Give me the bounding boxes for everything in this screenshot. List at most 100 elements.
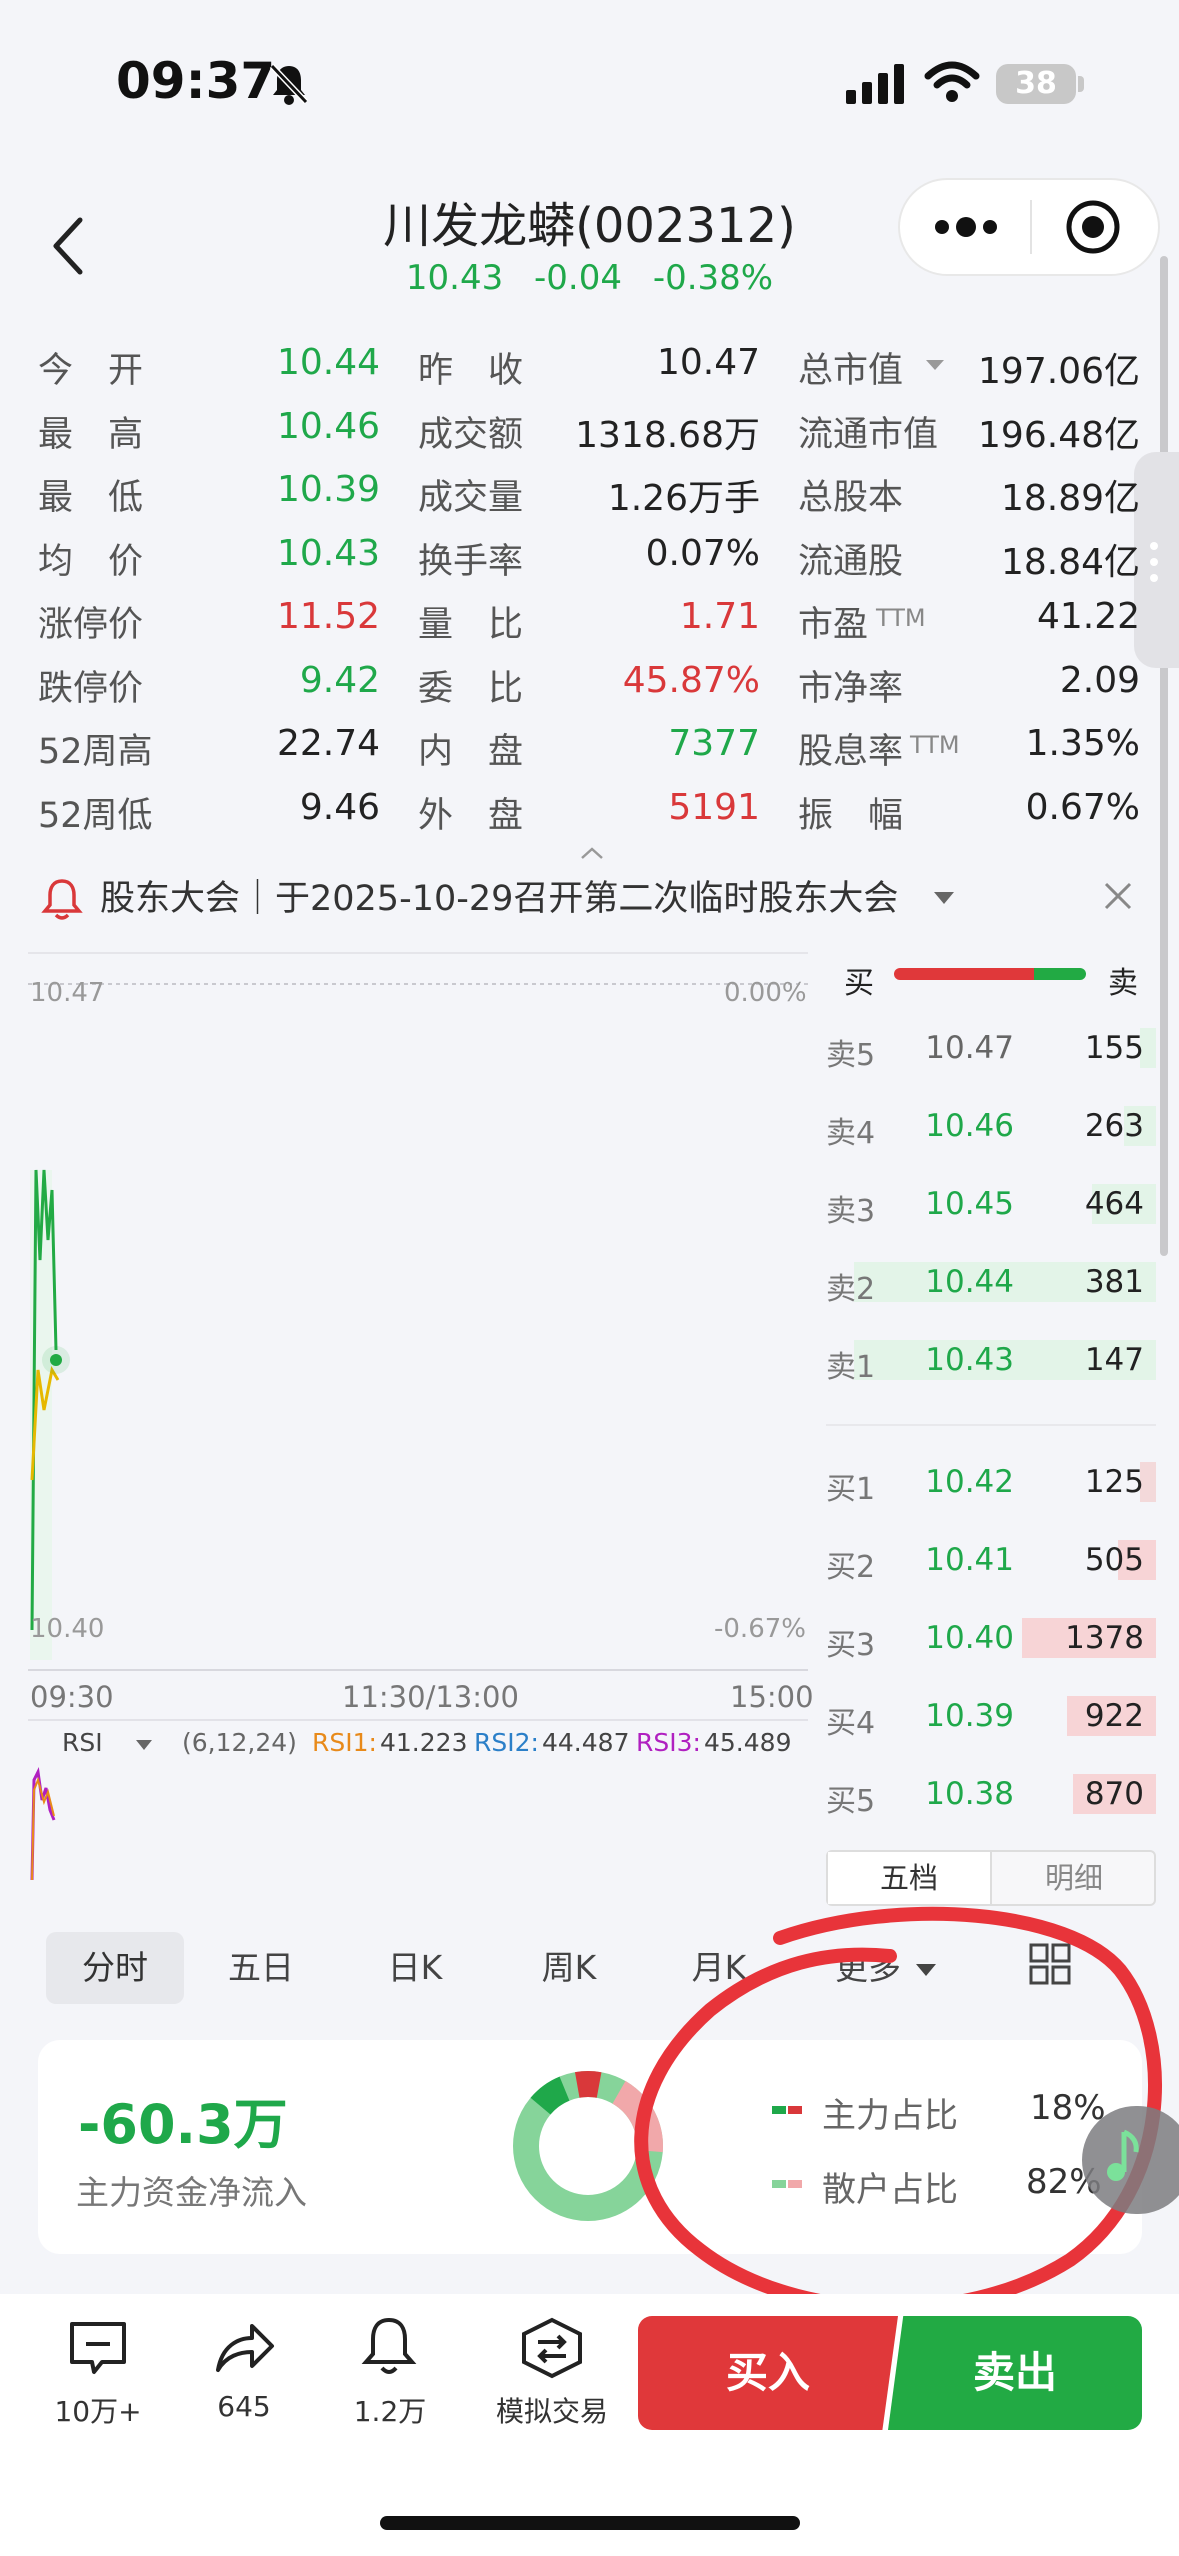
quote-value: 10.47 xyxy=(656,342,760,383)
tab-detail[interactable]: 明细 xyxy=(994,1852,1154,1904)
ask-price: 10.45 xyxy=(925,1186,1014,1222)
ask-volume: 155 xyxy=(1084,1030,1144,1066)
quote-value: 2.09 xyxy=(1059,659,1140,701)
music-note-icon[interactable] xyxy=(1102,2126,1142,2186)
period-tab[interactable]: 五日 xyxy=(192,1932,330,2004)
home-indicator[interactable] xyxy=(380,2516,800,2530)
quote-value: 1.26万手 xyxy=(607,478,760,519)
notice-text[interactable]: 股东大会｜于2025-10-29召开第二次临时股东大会 xyxy=(100,870,898,921)
chart-pct-bottom: -0.67% xyxy=(714,1614,806,1644)
indicator-selector[interactable]: RSI xyxy=(62,1728,103,1757)
bid-level-label: 买2 xyxy=(826,1550,876,1585)
orderbook-buy-head: 买 xyxy=(844,966,874,1001)
comments-count[interactable]: 10万+ xyxy=(18,2390,178,2430)
rsi2-label: RSI2: xyxy=(474,1728,539,1757)
bid-volume: 1378 xyxy=(1065,1620,1144,1656)
quote-label: 量 比 xyxy=(418,605,524,645)
alerts-count[interactable]: 1.2万 xyxy=(310,2390,470,2430)
time-start: 09:30 xyxy=(30,1680,114,1714)
quote-label: 市净率 xyxy=(798,668,904,709)
bid-volume: 870 xyxy=(1084,1776,1144,1812)
quote-label: 今 开 xyxy=(38,351,144,391)
cellular-signal-icon xyxy=(846,64,904,104)
rsi1-value: 41.223 xyxy=(380,1728,468,1757)
ask-level-label: 卖4 xyxy=(826,1116,876,1151)
quote-value: 18.89亿 xyxy=(1000,478,1140,519)
chart-pct-top: 0.00% xyxy=(724,978,807,1008)
quote-label: 内 盘 xyxy=(418,732,524,772)
ask-volume: 263 xyxy=(1084,1108,1144,1144)
current-price: 10.43 xyxy=(405,258,504,298)
chart-top-border xyxy=(28,952,808,954)
buy-button[interactable]: 买入 xyxy=(638,2316,898,2430)
quote-label: 52周低 xyxy=(38,795,153,836)
bid-level-label: 买1 xyxy=(826,1472,876,1507)
quote-value: 1.71 xyxy=(679,596,760,637)
battery-level: 38 xyxy=(996,64,1076,104)
quote-value: 1318.68万 xyxy=(575,414,760,456)
scrollbar[interactable] xyxy=(1160,256,1168,1256)
quote-value: 9.42 xyxy=(299,659,380,701)
quote-value: 10.43 xyxy=(276,532,380,574)
sell-button[interactable]: 卖出 xyxy=(888,2316,1142,2430)
simulated-trade-icon[interactable] xyxy=(518,2316,586,2380)
market-cap-dropdown-icon[interactable] xyxy=(924,358,946,372)
ask-level-label: 卖5 xyxy=(826,1038,876,1073)
bid-level-label: 买4 xyxy=(826,1706,876,1741)
close-target-icon[interactable] xyxy=(1064,198,1122,256)
comment-icon[interactable] xyxy=(66,2318,130,2378)
capsule-divider xyxy=(1030,200,1032,254)
rsi1-label: RSI1: xyxy=(312,1728,377,1757)
rsi-params: (6,12,24) xyxy=(182,1728,297,1757)
last-price-glow xyxy=(42,1346,70,1374)
quote-value: 0.67% xyxy=(1025,786,1140,828)
quote-label: 外 盘 xyxy=(418,795,524,836)
notice-dropdown-icon[interactable] xyxy=(932,890,956,906)
quote-label: 均 价 xyxy=(38,541,144,582)
more-dots-icon[interactable] xyxy=(930,212,1002,242)
ask-price: 10.44 xyxy=(925,1264,1014,1300)
share-icon[interactable] xyxy=(212,2318,278,2378)
quote-value: 196.48亿 xyxy=(978,414,1140,456)
quote-value: 22.74 xyxy=(276,723,380,764)
sell-ratio-bar xyxy=(1034,968,1086,980)
bid-volume: 922 xyxy=(1084,1698,1144,1734)
quote-value: 10.44 xyxy=(276,342,380,383)
period-tab[interactable]: 分时 xyxy=(46,1932,184,2004)
ttm-tag: TTM xyxy=(876,604,926,632)
ask-level-label: 卖1 xyxy=(826,1350,876,1385)
bid-price: 10.38 xyxy=(925,1776,1014,1812)
quote-label: 市盈 xyxy=(798,605,869,645)
quote-label: 跌停价 xyxy=(38,668,144,709)
period-tab[interactable]: 日K xyxy=(346,1932,484,2004)
rsi2-value: 44.487 xyxy=(542,1728,630,1757)
bid-level-label: 买5 xyxy=(826,1784,876,1819)
quote-value: 9.46 xyxy=(299,786,380,828)
bid-price: 10.41 xyxy=(925,1542,1014,1578)
bid-level-label: 买3 xyxy=(826,1628,876,1663)
rsi3-label: RSI3: xyxy=(636,1728,701,1757)
rsi1-line xyxy=(31,1776,55,1881)
ttm-tag: TTM xyxy=(910,731,960,759)
quote-value: 10.46 xyxy=(276,405,380,447)
bid-price: 10.40 xyxy=(925,1620,1014,1656)
status-time: 09:37 xyxy=(116,52,276,110)
quote-label: 委 比 xyxy=(418,668,524,709)
bid-price: 10.42 xyxy=(925,1464,1014,1500)
alert-bell-icon[interactable] xyxy=(360,2314,418,2378)
price-change-pct: -0.38% xyxy=(652,258,774,298)
indicator-dropdown-icon[interactable] xyxy=(134,1738,154,1752)
quote-value: 11.52 xyxy=(276,596,380,637)
chart-price-bottom: 10.40 xyxy=(30,1614,105,1644)
ask-price: 10.47 xyxy=(925,1030,1014,1066)
tab-five-levels[interactable]: 五档 xyxy=(828,1852,992,1904)
bid-volume: 505 xyxy=(1084,1542,1144,1578)
close-icon[interactable] xyxy=(1102,880,1134,912)
sim-trade-label[interactable]: 模拟交易 xyxy=(472,2390,632,2430)
quote-label: 52周高 xyxy=(38,732,153,772)
quote-label: 昨 收 xyxy=(418,351,524,391)
ask-level-label: 卖3 xyxy=(826,1194,876,1229)
quote-value: 197.06亿 xyxy=(978,351,1140,392)
shares-count[interactable]: 645 xyxy=(164,2390,324,2423)
collapse-caret-icon[interactable] xyxy=(580,846,604,860)
